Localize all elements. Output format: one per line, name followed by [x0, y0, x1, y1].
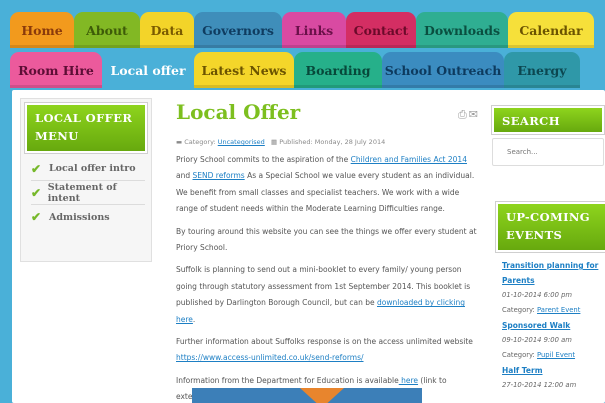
event-category-link[interactable]: Parent Event: [537, 306, 580, 314]
category-link[interactable]: Uncategorised: [218, 138, 265, 146]
nav-tab-latest-news[interactable]: Latest News: [194, 52, 294, 88]
nav-tab-label: Data: [150, 22, 184, 38]
menu-item-local-offer-intro[interactable]: ✔ Local offer intro: [31, 157, 145, 181]
nav-tab-about[interactable]: About: [74, 12, 140, 48]
main-panel: LOCAL OFFER MENU ✔ Local offer intro ✔ S…: [12, 90, 605, 403]
event-item: Sponsored Walk 09-10-2014 9:00 am Catego…: [502, 318, 605, 363]
email-icon[interactable]: ✉: [469, 108, 480, 121]
nav-tab-home[interactable]: Home: [10, 12, 74, 48]
nav-tab-label: Links: [294, 22, 334, 38]
local-offer-menu: LOCAL OFFER MENU ✔ Local offer intro ✔ S…: [20, 98, 152, 262]
nav-tab-local-offer[interactable]: Local offer: [102, 52, 194, 88]
paragraph: By touring around this website you can s…: [176, 226, 477, 253]
nav-tab-label: Room Hire: [18, 62, 94, 78]
nav-tab-data[interactable]: Data: [140, 12, 194, 48]
folder-icon: ▬: [176, 138, 183, 146]
event-date: 09-10-2014 9:00 am: [502, 336, 572, 344]
article-image: [192, 388, 422, 403]
nav-tab-label: Home: [21, 22, 63, 38]
nav-tab-energy[interactable]: Energy: [504, 52, 580, 88]
article: Local Offer ⎙✉ ▬ Category: Uncategorised…: [176, 90, 480, 403]
local-offer-menu-title: LOCAL OFFER MENU: [25, 103, 147, 153]
nav-tab-contact[interactable]: Contact: [346, 12, 416, 48]
nav-tab-calendar[interactable]: Calendar: [508, 12, 594, 48]
nav-tab-label: About: [86, 22, 128, 38]
menu-item-admissions[interactable]: ✔ Admissions: [31, 205, 145, 229]
event-category-link[interactable]: Pupil Event: [537, 351, 575, 359]
text: and: [176, 171, 193, 181]
nav-tab-label: School Outreach: [384, 62, 502, 78]
menu-item-statement-of-intent[interactable]: ✔ Statement of intent: [31, 181, 145, 205]
check-icon: ✔: [31, 210, 42, 224]
nav-tab-label: Energy: [517, 62, 567, 78]
event-date: 01-10-2014 6:00 pm: [502, 291, 573, 299]
menu-item-label: Statement of intent: [47, 181, 117, 204]
event-date: 27-10-2014 12:00 am: [502, 381, 577, 389]
menu-item-label: Local offer intro: [49, 163, 136, 174]
event-title-link[interactable]: Sponsored Walk: [502, 318, 605, 333]
nav-tab-downloads[interactable]: Downloads: [416, 12, 508, 48]
send-reforms-link[interactable]: SEND reforms: [193, 171, 245, 180]
paragraph: Further information about Suffolks respo…: [176, 334, 478, 367]
paragraph: Priory School commits to the aspiration …: [176, 152, 478, 218]
star-shape: [300, 388, 344, 403]
nav-tab-links[interactable]: Links: [282, 12, 346, 48]
event-category: Category: Pupil Event: [502, 348, 605, 363]
main-navigation: Home About Data Governors Links Contact …: [10, 8, 600, 90]
nav-tab-label: Contact: [353, 22, 409, 38]
children-families-act-link[interactable]: Children and Families Act 2014: [351, 155, 467, 164]
nav-tab-label: Governors: [202, 22, 274, 38]
nav-tab-label: Local offer: [110, 62, 186, 78]
print-icon[interactable]: ⎙: [458, 108, 469, 121]
nav-tab-label: Downloads: [424, 22, 500, 38]
text: Further information about Suffolks respo…: [176, 337, 473, 347]
published-date: Published: Monday, 28 July 2014: [279, 138, 386, 146]
calendar-icon: ▦: [271, 138, 278, 146]
events-title: UP-COMING EVENTS: [496, 202, 605, 252]
nav-tab-label: Calendar: [519, 22, 583, 38]
right-sidebar: SEARCH UP-COMING EVENTS Transition plann…: [492, 90, 605, 403]
menu-item-label: Admissions: [49, 211, 110, 223]
meta-category-label: Category:: [184, 138, 216, 146]
nav-tab-room-hire[interactable]: Room Hire: [10, 52, 102, 88]
category-label: Category:: [502, 306, 535, 314]
check-icon: ✔: [31, 185, 42, 200]
event-title-link[interactable]: Transition planning for Parents: [502, 258, 605, 288]
nav-tab-school-outreach[interactable]: School Outreach: [382, 52, 504, 88]
text: Priory School commits to the aspiration …: [176, 155, 351, 164]
nav-tab-label: Boarding: [305, 62, 371, 78]
event-title-link[interactable]: Half Term: [502, 363, 605, 378]
text: .: [192, 314, 196, 324]
event-item: Transition planning for Parents 01-10-20…: [502, 258, 605, 318]
check-icon: ✔: [31, 161, 42, 176]
nav-tab-boarding[interactable]: Boarding: [294, 52, 382, 88]
search-input[interactable]: [492, 138, 604, 166]
event-item: Half Term 27-10-2014 12:00 am: [502, 363, 605, 393]
search-title: SEARCH: [492, 106, 604, 134]
dfe-link[interactable]: here: [399, 376, 418, 385]
event-category: Category: Parent Event: [502, 303, 605, 318]
nav-tab-governors[interactable]: Governors: [194, 12, 282, 48]
category-label: Category:: [502, 351, 535, 359]
article-tools: ⎙✉: [458, 108, 480, 122]
text: Information from the Department for Educ…: [176, 375, 399, 385]
nav-tab-label: Latest News: [201, 62, 287, 78]
events-list: Transition planning for Parents 01-10-20…: [502, 258, 605, 393]
access-unlimited-link[interactable]: https://www.access-unlimited.co.uk/send-…: [176, 353, 364, 362]
article-body: Priory School commits to the aspiration …: [176, 152, 478, 403]
paragraph: Suffolk is planning to send out a mini-b…: [176, 262, 478, 328]
page-title: Local Offer: [176, 100, 301, 124]
article-meta: ▬ Category: Uncategorised ▦ Published: M…: [176, 138, 385, 146]
